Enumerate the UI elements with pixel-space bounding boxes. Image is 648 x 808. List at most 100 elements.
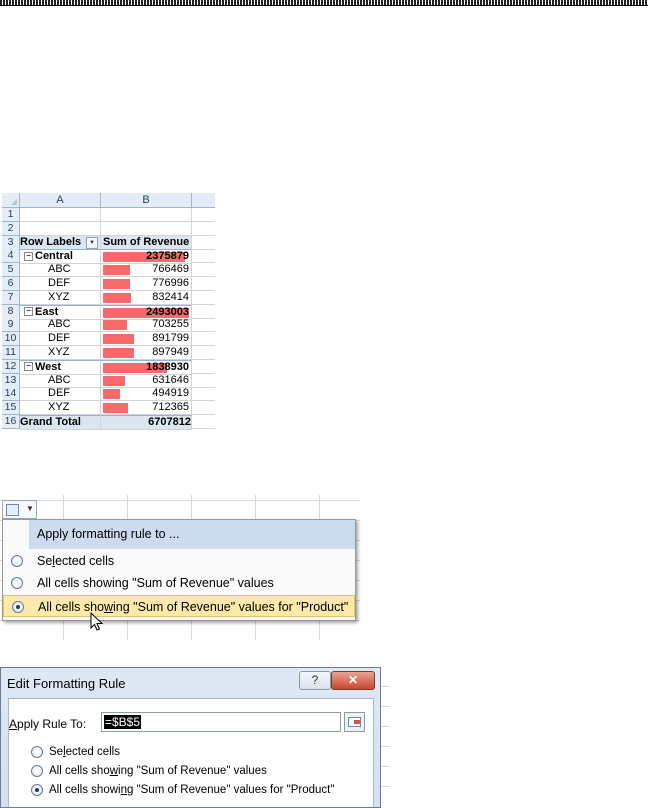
- apply-rule-to-input[interactable]: =$B$5: [101, 712, 341, 732]
- data-bar: [103, 348, 134, 358]
- item-label[interactable]: ABC: [20, 318, 101, 333]
- filter-dropdown-icon[interactable]: ▼: [86, 236, 98, 249]
- grand-total-value[interactable]: 6707812: [101, 415, 192, 430]
- option-label: Selected cells: [49, 746, 120, 758]
- collapse-dialog-icon[interactable]: [344, 712, 365, 732]
- revenue-cell[interactable]: 897949: [101, 346, 192, 360]
- close-button[interactable]: ✕: [331, 671, 375, 690]
- cell-c[interactable]: [192, 332, 215, 347]
- item-label[interactable]: XYZ: [20, 346, 101, 360]
- revenue-value: 832414: [152, 290, 189, 303]
- cell-c[interactable]: [192, 346, 215, 360]
- formatting-options-button[interactable]: ▼: [2, 500, 37, 519]
- item-row: 14 DEF 494919: [2, 387, 215, 402]
- dialog-body: Apply Rule To: =$B$5 Selected cells All …: [8, 698, 374, 807]
- revenue-value: 897949: [152, 346, 189, 358]
- data-bar: [103, 265, 130, 276]
- row-number[interactable]: 16: [2, 415, 20, 429]
- item-label[interactable]: XYZ: [20, 290, 101, 305]
- collapse-icon[interactable]: −: [24, 362, 33, 372]
- item-label[interactable]: DEF: [20, 387, 101, 402]
- radio-icon: [11, 577, 23, 589]
- select-all-corner[interactable]: [2, 193, 20, 208]
- item-label[interactable]: ABC: [20, 263, 101, 278]
- row-number[interactable]: 7: [2, 290, 20, 305]
- row-number[interactable]: 11: [2, 346, 20, 360]
- cell-b[interactable]: [101, 208, 192, 222]
- revenue-cell[interactable]: 631646: [101, 373, 192, 388]
- sum-of-revenue-header[interactable]: Sum of Revenue: [101, 235, 192, 250]
- revenue-cell[interactable]: 776996: [101, 277, 192, 291]
- cell-c[interactable]: [192, 291, 215, 305]
- cell-c[interactable]: [192, 249, 215, 264]
- empty-row: 1: [2, 208, 215, 222]
- cell-c[interactable]: [192, 263, 215, 278]
- revenue-cell[interactable]: 766469: [101, 263, 192, 278]
- cell-c[interactable]: [192, 208, 215, 222]
- row-number[interactable]: 14: [2, 387, 20, 402]
- revenue-cell[interactable]: 832414: [101, 290, 192, 305]
- menu-item-selected-cells[interactable]: Selected cells: [3, 550, 355, 572]
- pivot-header-row: 3 Row Labels ▼ Sum of Revenue: [2, 235, 215, 250]
- cell-c[interactable]: [192, 318, 215, 333]
- group-label[interactable]: − Central: [20, 249, 101, 265]
- item-label[interactable]: DEF: [20, 277, 101, 291]
- cell-c[interactable]: [192, 374, 215, 388]
- option-label: All cells showing "Sum of Revenue" value…: [49, 784, 335, 796]
- row-number[interactable]: 1: [2, 208, 20, 222]
- row-number[interactable]: 8: [2, 304, 20, 319]
- item-row: 13 ABC 631646: [2, 373, 215, 388]
- item-label[interactable]: DEF: [20, 332, 101, 347]
- row-number[interactable]: 15: [2, 401, 20, 416]
- group-row: 8− East 2493003: [2, 304, 215, 320]
- cell-c[interactable]: [192, 415, 215, 429]
- column-header-c[interactable]: [192, 193, 215, 208]
- revenue-cell[interactable]: 891799: [101, 332, 192, 347]
- group-label[interactable]: − West: [20, 359, 101, 375]
- cell-c[interactable]: [192, 401, 215, 416]
- cell-c[interactable]: [192, 222, 215, 236]
- item-row: 9 ABC 703255: [2, 318, 215, 333]
- collapse-icon[interactable]: −: [24, 307, 33, 317]
- revenue-cell[interactable]: 494919: [101, 387, 192, 402]
- row-number[interactable]: 2: [2, 221, 20, 236]
- cell-c[interactable]: [192, 277, 215, 291]
- cell-a[interactable]: [20, 208, 101, 222]
- row-number[interactable]: 5: [2, 263, 20, 278]
- row-labels-header[interactable]: Row Labels ▼: [20, 235, 101, 250]
- cell-c[interactable]: [192, 305, 215, 319]
- cell-b[interactable]: [101, 221, 192, 236]
- cell-c[interactable]: [192, 360, 215, 374]
- revenue-cell[interactable]: 703255: [101, 318, 192, 333]
- row-number[interactable]: 3: [2, 235, 20, 250]
- dialog-title: Edit Formatting Rule: [7, 676, 126, 691]
- row-number[interactable]: 12: [2, 359, 20, 374]
- row-number[interactable]: 10: [2, 332, 20, 347]
- cell-a[interactable]: [20, 221, 101, 236]
- grand-total-label[interactable]: Grand Total: [20, 415, 101, 430]
- row-number[interactable]: 6: [2, 277, 20, 291]
- apply-rule-menu: Apply formatting rule to ... Selected ce…: [2, 519, 356, 621]
- column-header-b[interactable]: B: [101, 193, 192, 208]
- collapse-icon[interactable]: −: [24, 251, 33, 261]
- menu-item-all-cells-values[interactable]: All cells showing "Sum of Revenue" value…: [3, 572, 355, 594]
- group-label[interactable]: − East: [20, 304, 101, 320]
- radio-icon: [31, 765, 43, 777]
- cell-c[interactable]: [192, 387, 215, 402]
- menu-item-all-cells-product[interactable]: All cells showing "Sum of Revenue" value…: [3, 595, 355, 617]
- help-button[interactable]: ?: [299, 671, 331, 690]
- row-number[interactable]: 4: [2, 249, 20, 264]
- revenue-cell[interactable]: 1838930: [101, 359, 192, 375]
- cell-c[interactable]: [192, 236, 215, 250]
- grand-total-row: 16 Grand Total 6707812: [2, 415, 215, 430]
- group-row: 12− West 1838930: [2, 359, 215, 375]
- item-label[interactable]: ABC: [20, 373, 101, 388]
- item-label[interactable]: XYZ: [20, 401, 101, 416]
- revenue-cell[interactable]: 712365: [101, 401, 192, 416]
- column-header-a[interactable]: A: [20, 193, 101, 208]
- radio-selected-icon: [31, 784, 43, 796]
- data-bar: [103, 320, 128, 331]
- row-number[interactable]: 9: [2, 318, 20, 333]
- row-number[interactable]: 13: [2, 373, 20, 388]
- menu-title: Apply formatting rule to ...: [29, 520, 355, 549]
